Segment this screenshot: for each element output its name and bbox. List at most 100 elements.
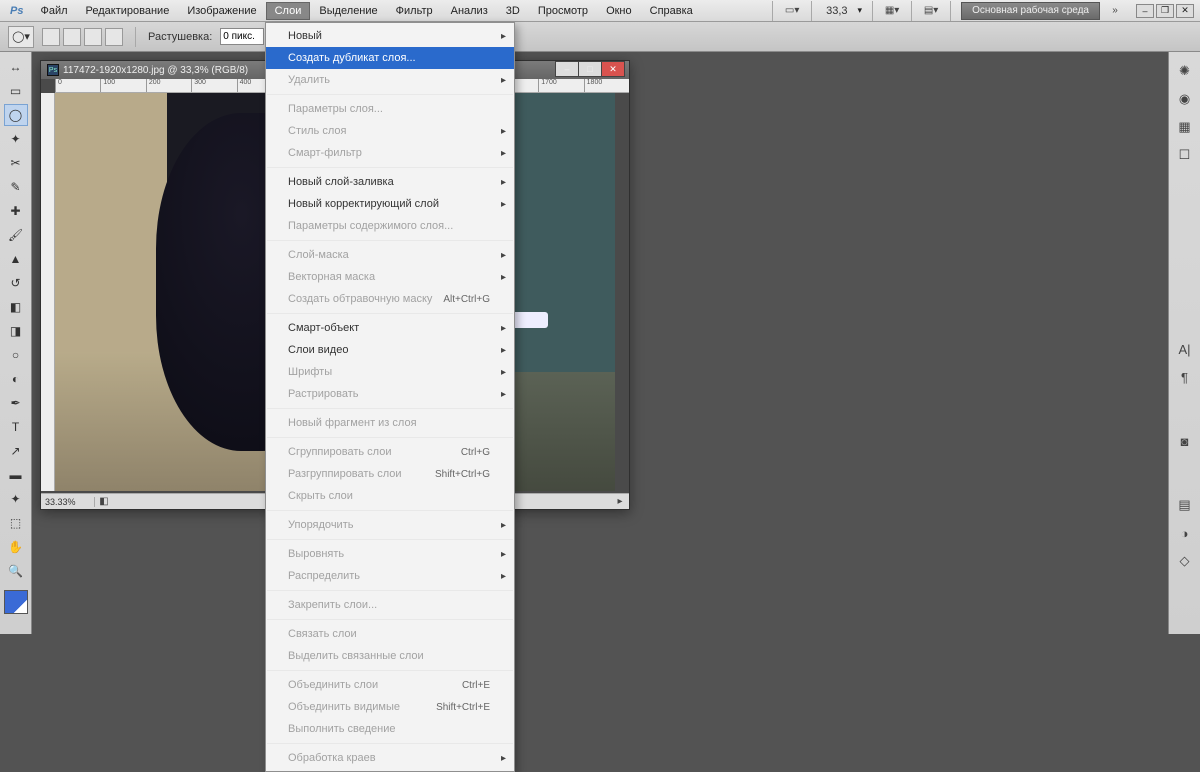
separator (811, 1, 812, 21)
menu-item-label: Выполнить сведение (288, 723, 396, 735)
gradient-tool-icon[interactable]: ◨ (4, 320, 28, 342)
history-brush-icon[interactable]: ↺ (4, 272, 28, 294)
blur-tool-icon[interactable]: ○ (4, 344, 28, 366)
ruler-tick: 300 (191, 79, 236, 92)
menu-item[interactable]: Смарт-объект (266, 317, 514, 339)
menu-layer[interactable]: Слои (266, 2, 311, 20)
crop-tool-icon[interactable]: ✂ (4, 152, 28, 174)
menu-item-label: Сгруппировать слои (288, 446, 391, 458)
feather-input[interactable] (220, 28, 264, 45)
close-button[interactable]: ✕ (1176, 4, 1194, 18)
selection-subtract-icon[interactable] (84, 28, 102, 46)
hand-icon[interactable]: ▦▾ (883, 3, 901, 19)
current-tool-icon[interactable]: ◯▾ (8, 26, 34, 48)
hand-tool-icon[interactable]: ✋ (4, 536, 28, 558)
character-icon[interactable]: A| (1174, 338, 1196, 360)
stamp-tool-icon[interactable]: ▲ (4, 248, 28, 270)
menu-item: Растрировать (266, 383, 514, 405)
brush-tool-icon[interactable]: 🖌 (4, 224, 28, 246)
menu-item-label: Распределить (288, 570, 360, 582)
minimize-button[interactable]: – (1136, 4, 1154, 18)
menu-help[interactable]: Справка (641, 2, 702, 20)
menu-window[interactable]: Окно (597, 2, 641, 20)
menu-view[interactable]: Просмотр (529, 2, 597, 20)
menu-item-label: Разгруппировать слои (288, 468, 402, 480)
paths-icon[interactable]: ◇ (1174, 550, 1196, 572)
menu-item[interactable]: Новый корректирующий слой (266, 193, 514, 215)
paragraph-icon[interactable]: ¶ (1174, 366, 1196, 388)
feather-label: Растушевка: (148, 31, 212, 43)
type-tool-icon[interactable]: T (4, 416, 28, 438)
eraser-tool-icon[interactable]: ◧ (4, 296, 28, 318)
menu-item: Выделить связанные слои (266, 645, 514, 667)
menu-file[interactable]: Файл (31, 2, 76, 20)
zoom-tool-icon[interactable]: 🔍 (4, 560, 28, 582)
menu-item[interactable]: Новый (266, 25, 514, 47)
workspace-switcher[interactable]: Основная рабочая среда (961, 2, 1100, 20)
eyedropper-tool-icon[interactable]: ✎ (4, 176, 28, 198)
menu-item[interactable]: Создать дубликат слоя... (266, 47, 514, 69)
menu-item-label: Новый слой-заливка (288, 176, 394, 188)
menu-item-label: Объединить видимые (288, 701, 400, 713)
move-tool-icon[interactable]: ↔ (4, 56, 28, 78)
menu-3d[interactable]: 3D (497, 2, 529, 20)
pen-tool-icon[interactable]: ✒ (4, 392, 28, 414)
menu-separator (267, 408, 513, 409)
zoom-value[interactable]: 33,3 (822, 5, 851, 17)
expand-icon[interactable]: » (1106, 3, 1124, 19)
status-icon[interactable]: ◧ (95, 494, 113, 510)
menu-item: Шрифты (266, 361, 514, 383)
menu-edit[interactable]: Редактирование (77, 2, 179, 20)
separator (772, 1, 773, 21)
dodge-tool-icon[interactable]: ◐ (4, 368, 28, 390)
menu-shortcut: Ctrl+G (461, 447, 490, 458)
menu-item: Векторная маска (266, 266, 514, 288)
3d-camera-icon[interactable]: ⬚ (4, 512, 28, 534)
status-menu-icon[interactable]: ▸ (611, 494, 629, 510)
menu-item-label: Закрепить слои... (288, 599, 377, 611)
arrange-icon[interactable]: ▤▾ (922, 3, 940, 19)
menu-image[interactable]: Изображение (178, 2, 265, 20)
separator (950, 1, 951, 21)
styles-icon[interactable]: ☐ (1174, 144, 1196, 166)
selection-new-icon[interactable] (42, 28, 60, 46)
swatches-icon[interactable]: ▦ (1174, 116, 1196, 138)
navigator-icon[interactable]: ◉ (1174, 88, 1196, 110)
layer-menu-dropdown: НовыйСоздать дубликат слоя...УдалитьПара… (265, 22, 515, 772)
ruler-tick: 100 (100, 79, 145, 92)
menu-item: Объединить слоиCtrl+E (266, 674, 514, 696)
doc-minimize-button[interactable]: – (555, 61, 579, 77)
restore-button[interactable]: ❐ (1156, 4, 1174, 18)
wand-tool-icon[interactable]: ✦ (4, 128, 28, 150)
menu-separator (267, 743, 513, 744)
menu-item-label: Новый фрагмент из слоя (288, 417, 417, 429)
doc-maximize-button[interactable]: □ (578, 61, 602, 77)
menu-item-label: Смарт-фильтр (288, 147, 362, 159)
doc-close-button[interactable]: ✕ (601, 61, 625, 77)
path-tool-icon[interactable]: ↗ (4, 440, 28, 462)
selection-intersect-icon[interactable] (105, 28, 123, 46)
menu-analysis[interactable]: Анализ (442, 2, 497, 20)
heal-tool-icon[interactable]: ✚ (4, 200, 28, 222)
color-swatches[interactable] (4, 590, 28, 614)
status-zoom[interactable]: 33.33% (41, 497, 95, 507)
camera-icon[interactable]: ◙ (1174, 430, 1196, 452)
menu-item[interactable]: Новый слой-заливка (266, 171, 514, 193)
shape-tool-icon[interactable]: ▬ (4, 464, 28, 486)
selection-add-icon[interactable] (63, 28, 81, 46)
menu-item: Разгруппировать слоиShift+Ctrl+G (266, 463, 514, 485)
screen-mode-icon[interactable]: ▭▾ (783, 3, 801, 19)
menu-item-label: Параметры слоя... (288, 103, 383, 115)
menu-select[interactable]: Выделение (310, 2, 386, 20)
ruler-tick: 200 (146, 79, 191, 92)
marquee-tool-icon[interactable]: ▭ (4, 80, 28, 102)
lasso-tool-icon[interactable]: ◯ (4, 104, 28, 126)
3d-tool-icon[interactable]: ✦ (4, 488, 28, 510)
menu-separator (267, 167, 513, 168)
layers-icon[interactable]: ▤ (1174, 494, 1196, 516)
histogram-icon[interactable]: ✺ (1174, 60, 1196, 82)
menu-filter[interactable]: Фильтр (387, 2, 442, 20)
menu-item[interactable]: Слои видео (266, 339, 514, 361)
menu-item: Сгруппировать слои Ctrl+G (266, 441, 514, 463)
channels-icon[interactable]: ◑ (1174, 522, 1196, 544)
